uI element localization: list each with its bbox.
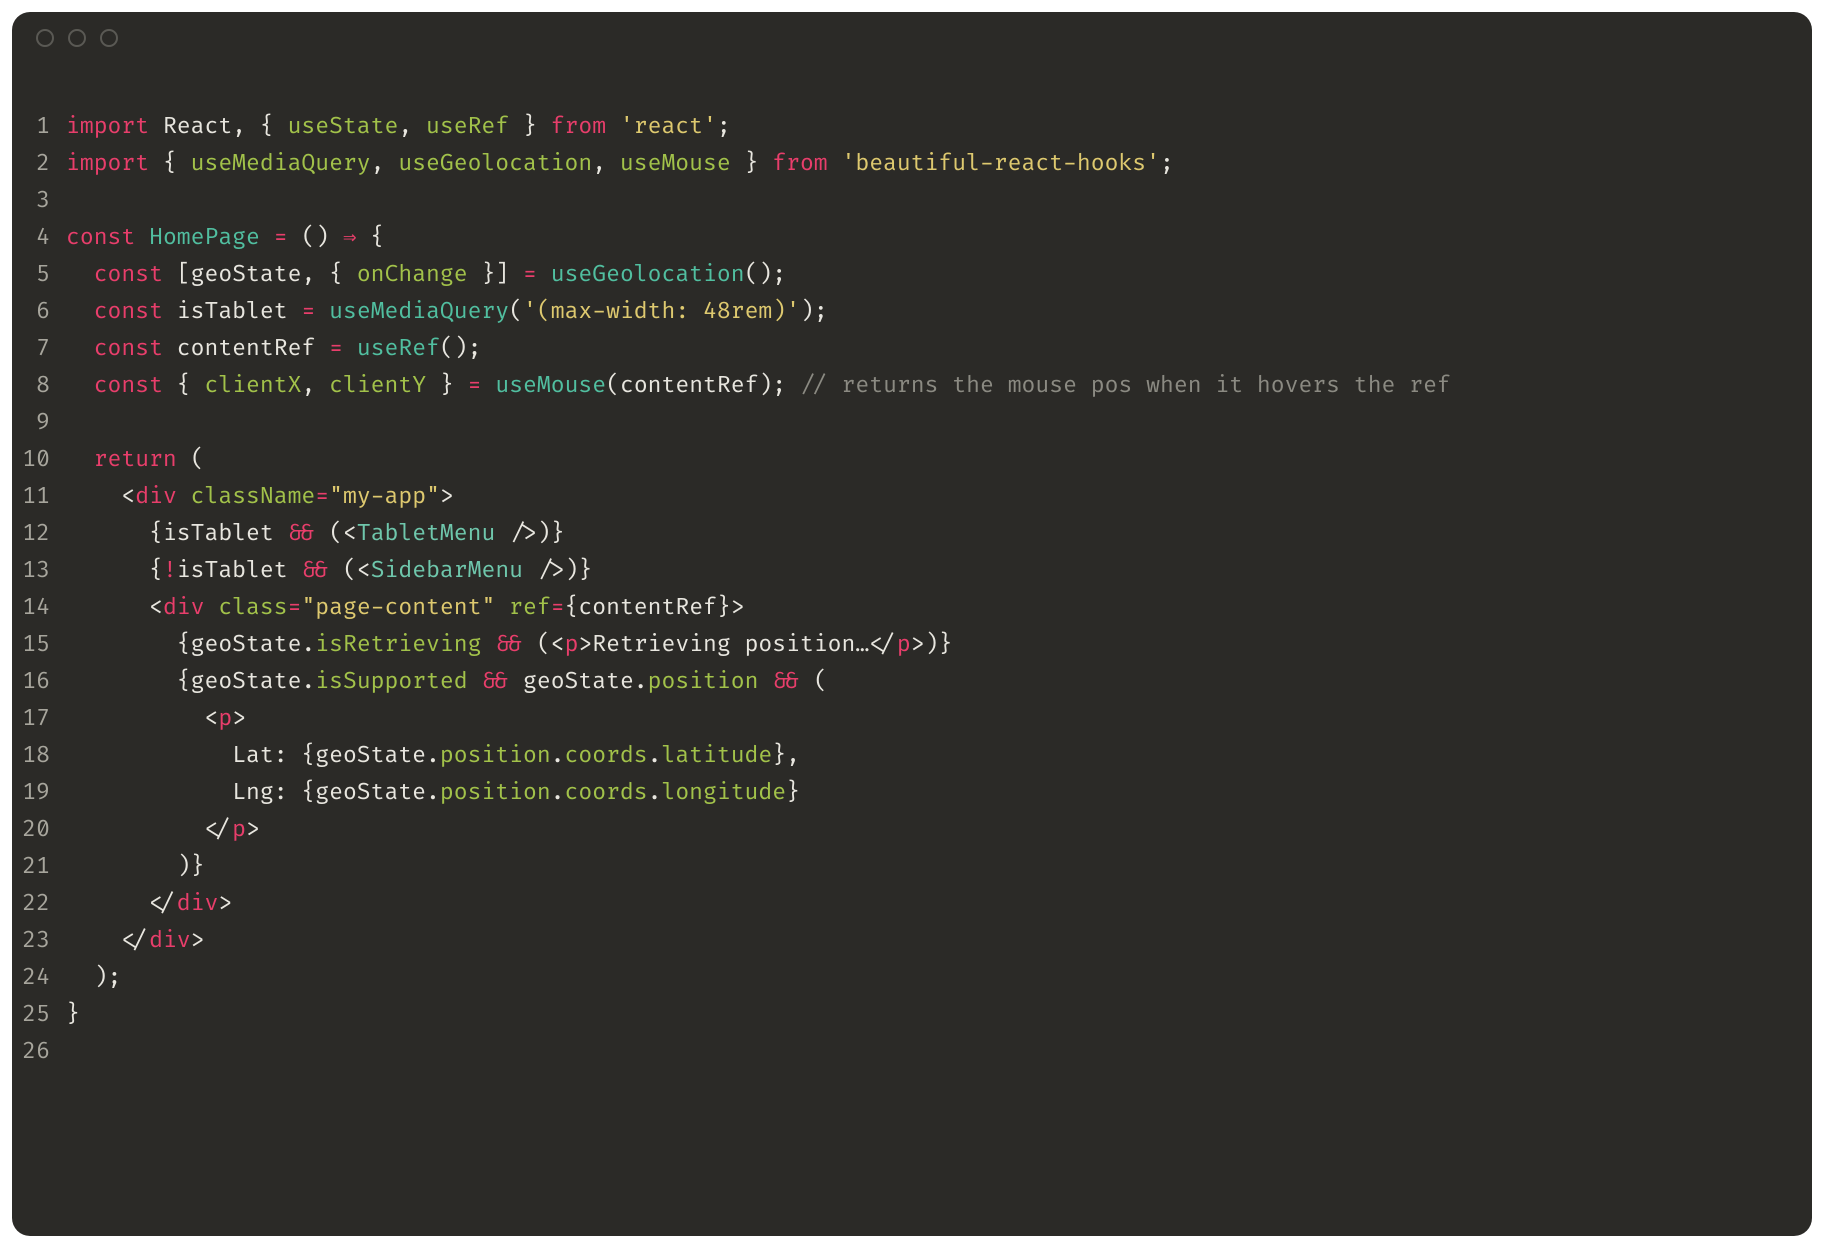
code-source[interactable]: Lng: {geoState.position.coords.longitude… — [66, 774, 800, 811]
traffic-light-close-icon[interactable] — [36, 29, 54, 47]
editor-window: 1import React, { useState, useRef } from… — [12, 12, 1812, 1236]
line-number: 7 — [20, 330, 66, 367]
code-line[interactable]: 7 const contentRef = useRef(); — [20, 330, 1792, 367]
code-source[interactable]: } — [66, 996, 80, 1033]
code-source[interactable]: const isTablet = useMediaQuery('(max-wid… — [66, 293, 828, 330]
line-number: 17 — [20, 700, 66, 737]
code-line[interactable]: 13 {!isTablet && (<SidebarMenu />)} — [20, 552, 1792, 589]
traffic-light-zoom-icon[interactable] — [100, 29, 118, 47]
line-number: 5 — [20, 256, 66, 293]
line-number: 13 — [20, 552, 66, 589]
code-line[interactable]: 22 </div> — [20, 885, 1792, 922]
code-line[interactable]: 1import React, { useState, useRef } from… — [20, 108, 1792, 145]
line-number: 3 — [20, 182, 66, 219]
code-line[interactable]: 26 — [20, 1033, 1792, 1070]
code-line[interactable]: 17 <p> — [20, 700, 1792, 737]
line-number: 21 — [20, 848, 66, 885]
code-source[interactable]: {!isTablet && (<SidebarMenu />)} — [66, 552, 592, 589]
line-number: 25 — [20, 996, 66, 1033]
traffic-light-minimize-icon[interactable] — [68, 29, 86, 47]
line-number: 11 — [20, 478, 66, 515]
code-source[interactable]: </p> — [66, 811, 260, 848]
code-source[interactable]: )} — [66, 848, 204, 885]
code-line[interactable]: 24 ); — [20, 959, 1792, 996]
line-number: 16 — [20, 663, 66, 700]
line-number: 1 — [20, 108, 66, 145]
titlebar — [12, 12, 1812, 64]
line-number: 8 — [20, 367, 66, 404]
code-editor[interactable]: 1import React, { useState, useRef } from… — [12, 64, 1812, 1090]
line-number: 23 — [20, 922, 66, 959]
code-source[interactable]: {geoState.isRetrieving && (<p>Retrieving… — [66, 626, 952, 663]
code-source[interactable]: </div> — [66, 922, 205, 959]
code-source[interactable]: {isTablet && (<TabletMenu />)} — [66, 515, 565, 552]
code-source[interactable]: Lat: {geoState.position.coords.latitude}… — [66, 737, 800, 774]
code-line[interactable]: 16 {geoState.isSupported && geoState.pos… — [20, 663, 1792, 700]
code-line[interactable]: 21 )} — [20, 848, 1792, 885]
code-line[interactable]: 14 <div class="page-content" ref={conten… — [20, 589, 1792, 626]
line-number: 6 — [20, 293, 66, 330]
code-line[interactable]: 3 — [20, 182, 1792, 219]
code-source[interactable]: {geoState.isSupported && geoState.positi… — [66, 663, 828, 700]
line-number: 4 — [20, 219, 66, 256]
code-source[interactable]: </div> — [66, 885, 232, 922]
line-number: 20 — [20, 811, 66, 848]
code-source[interactable]: return ( — [66, 441, 205, 478]
line-number: 22 — [20, 885, 66, 922]
code-source[interactable]: <p> — [66, 700, 246, 737]
code-line[interactable]: 11 <div className="my-app"> — [20, 478, 1792, 515]
line-number: 12 — [20, 515, 66, 552]
code-source[interactable]: const contentRef = useRef(); — [66, 330, 481, 367]
code-line[interactable]: 19 Lng: {geoState.position.coords.longit… — [20, 774, 1792, 811]
code-line[interactable]: 5 const [geoState, { onChange }] = useGe… — [20, 256, 1792, 293]
code-source[interactable]: const [geoState, { onChange }] = useGeol… — [66, 256, 786, 293]
code-source[interactable]: const { clientX, clientY } = useMouse(co… — [66, 367, 1451, 404]
code-line[interactable]: 2import { useMediaQuery, useGeolocation,… — [20, 145, 1792, 182]
code-source[interactable]: import { useMediaQuery, useGeolocation, … — [66, 145, 1174, 182]
line-number: 18 — [20, 737, 66, 774]
code-line[interactable]: 9 — [20, 404, 1792, 441]
line-number: 15 — [20, 626, 66, 663]
line-number: 9 — [20, 404, 66, 441]
line-number: 24 — [20, 959, 66, 996]
code-line[interactable]: 15 {geoState.isRetrieving && (<p>Retriev… — [20, 626, 1792, 663]
code-line[interactable]: 23 </div> — [20, 922, 1792, 959]
code-source[interactable]: import React, { useState, useRef } from … — [66, 108, 731, 145]
line-number: 19 — [20, 774, 66, 811]
code-line[interactable]: 10 return ( — [20, 441, 1792, 478]
code-source[interactable]: <div class="page-content" ref={contentRe… — [66, 589, 745, 626]
code-line[interactable]: 12 {isTablet && (<TabletMenu />)} — [20, 515, 1792, 552]
code-line[interactable]: 20 </p> — [20, 811, 1792, 848]
line-number: 10 — [20, 441, 66, 478]
line-number: 26 — [20, 1033, 66, 1070]
code-line[interactable]: 25} — [20, 996, 1792, 1033]
code-source[interactable]: const HomePage = () ⇒ { — [66, 219, 384, 256]
code-source[interactable]: ); — [66, 959, 121, 996]
line-number: 2 — [20, 145, 66, 182]
line-number: 14 — [20, 589, 66, 626]
code-line[interactable]: 18 Lat: {geoState.position.coords.latitu… — [20, 737, 1792, 774]
code-line[interactable]: 6 const isTablet = useMediaQuery('(max-w… — [20, 293, 1792, 330]
code-line[interactable]: 8 const { clientX, clientY } = useMouse(… — [20, 367, 1792, 404]
code-source[interactable]: <div className="my-app"> — [66, 478, 454, 515]
code-line[interactable]: 4const HomePage = () ⇒ { — [20, 219, 1792, 256]
